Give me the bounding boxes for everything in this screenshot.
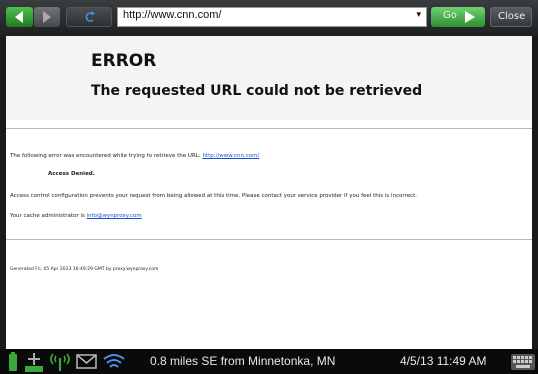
arrow-left-icon [15, 11, 23, 23]
url-text: http://www.cnn.com/ [123, 9, 222, 21]
status-bar: 0.8 miles SE from Minnetonka, MN 4/5/13 … [0, 349, 538, 374]
divider [6, 239, 532, 240]
page-subtitle: The requested URL could not be retrieved [91, 83, 423, 99]
battery-icon [9, 352, 17, 371]
access-control-message: Access control configuration prevents yo… [10, 193, 418, 199]
close-button[interactable]: Close [490, 7, 532, 27]
divider [6, 128, 532, 129]
reload-icon [85, 11, 95, 22]
forward-button[interactable] [34, 7, 60, 27]
browser-toolbar: http://www.cnn.com/ ▾ Go Close [0, 0, 538, 36]
dropdown-icon[interactable]: ▾ [416, 10, 421, 20]
error-header: ERROR The requested URL could not be ret… [6, 36, 532, 120]
error-message-text: The following error was encountered whil… [10, 153, 203, 159]
url-bar[interactable]: http://www.cnn.com/ ▾ [117, 7, 427, 27]
page-content: ERROR The requested URL could not be ret… [6, 36, 532, 349]
go-arrow-icon [465, 11, 475, 23]
back-button[interactable] [6, 7, 33, 27]
cache-admin-email-link[interactable]: info@wynproxy.com [87, 213, 142, 219]
go-button[interactable]: Go [431, 7, 485, 27]
error-message: The following error was encountered whil… [10, 153, 259, 159]
wifi-icon [103, 354, 125, 368]
cache-admin-text: Your cache administrator is [10, 213, 87, 219]
gps-icon [25, 353, 43, 372]
page-title: ERROR [91, 51, 157, 71]
location-text: 0.8 miles SE from Minnetonka, MN [150, 354, 336, 368]
arrow-right-icon [43, 11, 51, 23]
generated-footer: Generated Fri, 05 Apr 2013 16:49:29 GMT … [10, 267, 159, 272]
signal-icon [50, 353, 70, 371]
requested-url-link[interactable]: http://www.cnn.com/ [202, 153, 259, 159]
datetime-text: 4/5/13 11:49 AM [400, 354, 487, 368]
access-denied-label: Access Denied. [48, 171, 95, 177]
close-label: Close [498, 11, 526, 22]
keyboard-icon[interactable] [511, 354, 535, 370]
mail-icon [76, 354, 97, 369]
cache-admin-line: Your cache administrator is info@wynprox… [10, 213, 142, 219]
reload-button[interactable] [66, 7, 112, 27]
